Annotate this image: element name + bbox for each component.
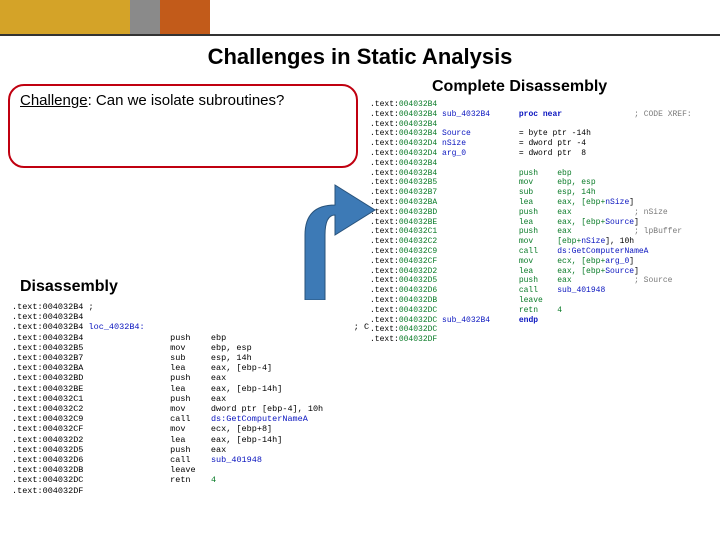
challenge-text: Challenge: Can we isolate subroutines? (20, 92, 346, 109)
header-color-bar (0, 0, 720, 34)
arrow-icon (280, 175, 380, 300)
slide-title: Challenges in Static Analysis (0, 44, 720, 70)
swatch-gray (130, 0, 160, 34)
header-divider (0, 34, 720, 36)
left-heading: Disassembly (20, 278, 118, 296)
swatch-orange (160, 0, 210, 34)
right-heading: Complete Disassembly (432, 78, 607, 96)
challenge-callout: Challenge: Can we isolate subroutines? (8, 84, 358, 168)
challenge-prefix: Challenge (20, 92, 88, 109)
disassembly-right: .text:004032B4 .text:004032B4 sub_4032B4… (370, 100, 692, 345)
challenge-rest: : Can we isolate subroutines? (88, 92, 285, 109)
swatch-yellow (0, 0, 130, 34)
disassembly-left: .text:004032B4 ; .text:004032B4 .text:00… (12, 302, 369, 496)
